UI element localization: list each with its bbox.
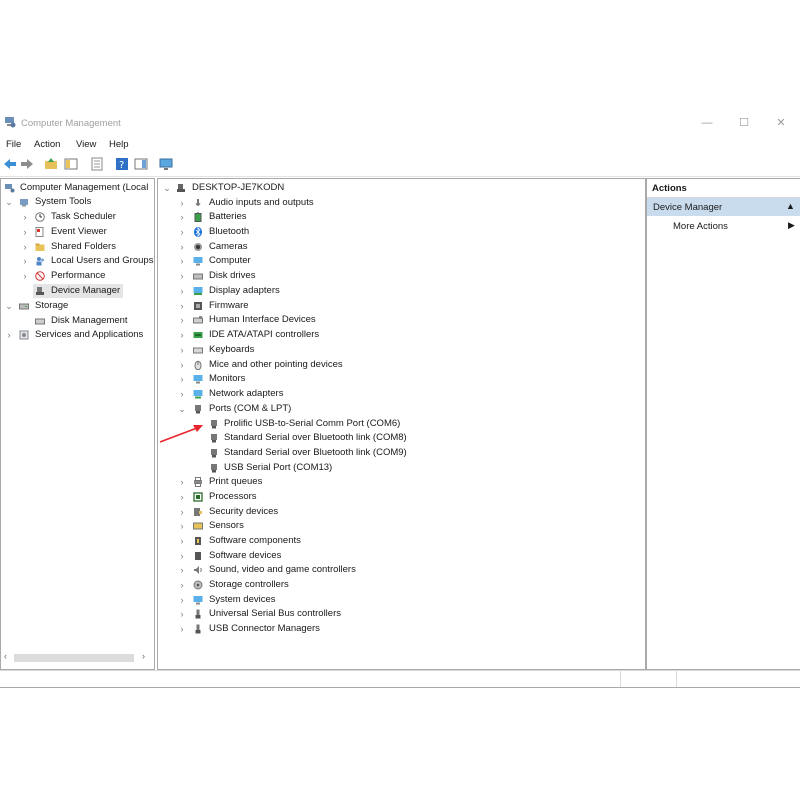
annotation-arrow (159, 425, 203, 443)
annotation-arrow-line (159, 427, 198, 443)
